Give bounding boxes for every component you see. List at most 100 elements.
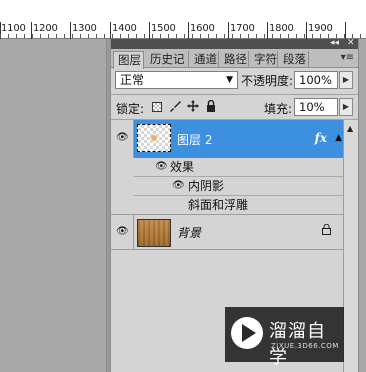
lock-transparent-pixels-icon[interactable] — [152, 102, 162, 112]
ruler-minor-tick — [320, 34, 321, 38]
ruler-tick — [70, 22, 71, 39]
tab-layers[interactable]: 图层 — [113, 51, 144, 69]
ruler-minor-tick — [0, 34, 1, 38]
canvas-area[interactable] — [0, 39, 106, 372]
ruler-minor-tick — [120, 34, 121, 38]
tab-history[interactable]: 历史记 — [146, 51, 189, 68]
ruler-minor-tick — [256, 34, 257, 38]
collapse-panel-icon[interactable]: ◂◂ — [330, 37, 339, 49]
watermark-url: ZIXUE.3D66.COM — [271, 342, 339, 350]
ruler-minor-tick — [344, 34, 345, 38]
ruler-minor-tick — [16, 34, 17, 38]
ruler-minor-tick — [200, 34, 201, 38]
opacity-flyout-arrow-icon[interactable]: ▶ — [339, 71, 353, 89]
ruler-label: 1400 — [112, 23, 137, 34]
layer-thumbnail — [137, 219, 171, 247]
blend-mode-select[interactable]: 正常 ▼ — [115, 71, 238, 89]
effect-label: 斜面和浮雕 — [188, 198, 249, 212]
ruler-minor-tick — [104, 34, 105, 38]
effect-row-inner-shadow[interactable]: 👁︎ 内阴影 — [134, 177, 343, 196]
ruler-minor-tick — [88, 34, 89, 38]
ruler-minor-tick — [208, 34, 209, 38]
ruler-label: 1100 — [1, 23, 26, 34]
ruler-label: 1700 — [230, 23, 255, 34]
panel-tabs: 图层 历史记 通道 路径 字符 段落 ▾≡ — [111, 49, 358, 69]
tab-character[interactable]: 字符 — [250, 51, 278, 68]
ruler-minor-tick — [216, 34, 217, 38]
close-panel-icon[interactable]: ✕ — [347, 37, 355, 49]
ruler-minor-tick — [232, 34, 233, 38]
ruler-minor-tick — [280, 34, 281, 38]
scroll-up-arrow-icon[interactable]: ▲ — [347, 124, 353, 133]
layer-row-layer-2[interactable]: 👁︎ 图层 2 fx ▲ — [111, 120, 343, 158]
collapse-effects-icon[interactable]: ▲ — [335, 133, 342, 143]
watermark: 溜溜自学 ZIXUE.3D66.COM — [225, 307, 344, 368]
tab-channels[interactable]: 通道 — [190, 51, 219, 68]
lock-all-icon[interactable] — [206, 99, 216, 115]
ruler-minor-tick — [24, 34, 25, 38]
ruler-tick — [110, 22, 111, 39]
ruler-tick — [267, 22, 268, 39]
ruler-minor-tick — [240, 34, 241, 38]
effect-row-bevel-emboss[interactable]: 斜面和浮雕 — [134, 196, 343, 215]
layer-name[interactable]: 背景 — [177, 224, 201, 241]
ruler-tick — [345, 22, 346, 39]
ruler-tick — [228, 22, 229, 39]
ruler-label: 1600 — [190, 23, 215, 34]
fx-icon[interactable]: fx — [315, 131, 327, 145]
ruler-minor-tick — [32, 34, 33, 38]
ruler-minor-tick — [80, 34, 81, 38]
tab-paths[interactable]: 路径 — [220, 51, 249, 68]
play-icon — [242, 324, 256, 342]
fill-input[interactable]: 10% — [294, 98, 338, 116]
effect-label: 内阴影 — [188, 179, 225, 193]
layer-thumbnail — [137, 124, 171, 152]
ruler-minor-tick — [144, 34, 145, 38]
ruler-minor-tick — [128, 34, 129, 38]
watermark-logo-icon — [231, 317, 263, 349]
ruler-minor-tick — [56, 34, 57, 38]
ruler-label: 1500 — [151, 23, 176, 34]
ruler-minor-tick — [296, 34, 297, 38]
lock-position-move-icon[interactable] — [187, 100, 199, 115]
fill-flyout-arrow-icon[interactable]: ▶ — [339, 98, 353, 116]
eye-icon[interactable]: 👁︎ — [172, 177, 185, 194]
ruler-tick — [149, 22, 150, 39]
opacity-input[interactable]: 100% — [294, 71, 338, 89]
panel-menu-icon[interactable]: ▾≡ — [341, 52, 354, 63]
ruler-label: 1900 — [308, 23, 333, 34]
eye-icon[interactable]: 👁︎ — [116, 226, 129, 237]
ruler-minor-tick — [328, 34, 329, 38]
lock-icon — [322, 223, 331, 238]
tab-paragraph[interactable]: 段落 — [279, 51, 309, 68]
ruler-minor-tick — [72, 34, 73, 38]
ruler-minor-tick — [40, 34, 41, 38]
eye-icon[interactable]: 👁︎ — [116, 132, 129, 143]
layers-scrollbar[interactable]: ▲ — [343, 120, 358, 372]
ruler-minor-tick — [160, 34, 161, 38]
lock-label: 锁定: — [116, 102, 145, 116]
eye-icon[interactable]: 👁︎ — [155, 158, 168, 175]
ruler-minor-tick — [96, 34, 97, 38]
effects-label: 效果 — [170, 160, 195, 174]
ruler-label: 1200 — [33, 23, 58, 34]
layer-row-background[interactable]: 👁︎ 背景 — [111, 214, 343, 250]
ruler-minor-tick — [176, 34, 177, 38]
ruler-minor-tick — [112, 34, 113, 38]
ruler-minor-tick — [152, 34, 153, 38]
horizontal-ruler: 1100 1200 1300 1400 1500 1600 1700 1800 … — [0, 0, 366, 39]
ruler-minor-tick — [248, 34, 249, 38]
ruler-minor-tick — [264, 34, 265, 38]
lock-image-pixels-brush-icon[interactable] — [169, 100, 181, 115]
ruler-label: 1800 — [269, 23, 294, 34]
ruler-label: 1300 — [72, 23, 97, 34]
opacity-label: 不透明度: — [241, 74, 294, 88]
ruler-minor-tick — [360, 34, 361, 38]
visibility-cell[interactable]: 👁︎ — [111, 215, 134, 249]
ruler-tick — [188, 22, 189, 39]
panel-titlebar: ◂◂ ✕ — [111, 37, 358, 49]
effects-group-row[interactable]: 👁︎ 效果 — [134, 158, 343, 177]
layer-name[interactable]: 图层 2 — [177, 131, 212, 148]
visibility-cell[interactable]: 👁︎ — [111, 120, 134, 158]
ruler-minor-tick — [184, 34, 185, 38]
